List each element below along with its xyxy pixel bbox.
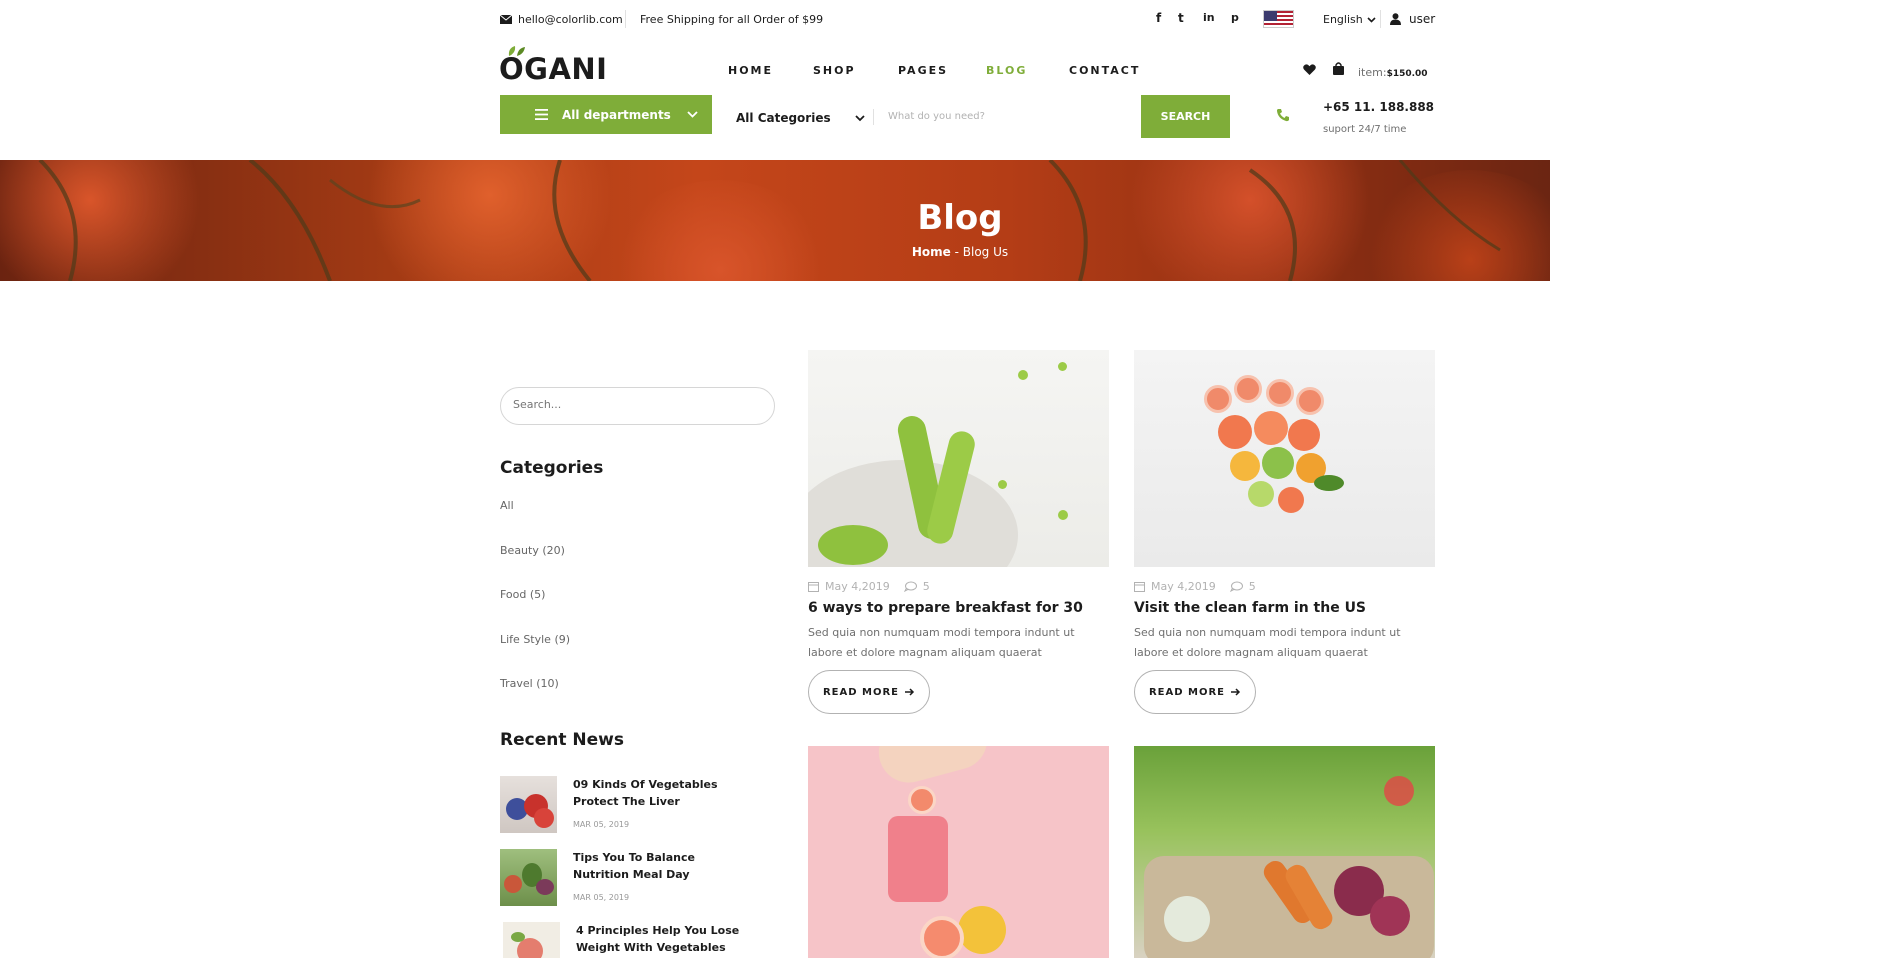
top-bar: hello@colorlib.com Free Shipping for all… xyxy=(0,0,1898,40)
news-thumbnail xyxy=(500,776,557,833)
comment-count: 5 xyxy=(922,580,930,593)
departments-label: All departments xyxy=(562,107,671,122)
recent-news-item[interactable]: Tips You To Balance Nutrition Meal Day M… xyxy=(500,849,760,911)
nav-shop[interactable]: SHOP xyxy=(813,64,856,77)
post-image[interactable] xyxy=(808,746,1109,958)
category-all[interactable]: All xyxy=(500,499,514,512)
menu-icon xyxy=(535,109,548,120)
topbar-divider xyxy=(625,10,626,28)
all-departments-button[interactable]: All departments xyxy=(500,95,712,134)
facebook-icon[interactable]: f xyxy=(1156,11,1161,25)
heart-icon[interactable] xyxy=(1303,64,1316,75)
search-form: All Categories What do you need? SEARCH xyxy=(720,95,1230,138)
read-more-button[interactable]: READ MORE xyxy=(1134,670,1256,714)
read-more-label: READ MORE xyxy=(1148,686,1226,698)
news-date: MAR 05, 2019 xyxy=(573,820,630,829)
news-title: Tips You To Balance Nutrition Meal Day xyxy=(573,851,695,881)
read-more-label: READ MORE xyxy=(822,686,900,698)
shipping-text: Free Shipping for all Order of $99 xyxy=(640,13,824,26)
email-text: hello@colorlib.com xyxy=(518,13,623,26)
breadcrumb-home[interactable]: Home xyxy=(912,245,951,259)
pinterest-icon[interactable]: p xyxy=(1231,11,1239,24)
topbar-divider-2 xyxy=(1380,10,1381,28)
category-food[interactable]: Food (5) xyxy=(500,588,545,601)
phone-icon xyxy=(1276,109,1289,122)
post-date: May 4,2019 xyxy=(1151,580,1216,593)
comment-icon xyxy=(1229,581,1243,592)
cart-label: item: xyxy=(1358,66,1387,79)
nav-contact[interactable]: CONTACT xyxy=(1069,64,1140,77)
news-title: 4 Principles Help You Lose Weight With V… xyxy=(576,924,740,954)
post-excerpt: Sed quia non numquam modi tempora indunt… xyxy=(808,626,1075,659)
chevron-down-icon xyxy=(1367,16,1376,23)
sidebar-search[interactable] xyxy=(500,387,775,425)
search-divider xyxy=(873,109,874,125)
twitter-icon[interactable]: t xyxy=(1178,11,1184,25)
blog-card: May 4,2019 5 Visit the clean farm in the… xyxy=(1134,350,1435,720)
post-meta: May 4,2019 5 xyxy=(808,580,930,593)
us-flag-icon[interactable] xyxy=(1263,10,1294,28)
category-beauty[interactable]: Beauty (20) xyxy=(500,544,565,557)
language-label: English xyxy=(1323,13,1363,26)
support-text: suport 24/7 time xyxy=(1323,124,1407,135)
chevron-down-icon xyxy=(687,111,698,118)
recent-news-item[interactable]: 4 Principles Help You Lose Weight With V… xyxy=(503,922,763,958)
category-label: All Categories xyxy=(736,111,831,125)
user-label: user xyxy=(1409,12,1436,26)
recent-news-heading: Recent News xyxy=(500,730,624,750)
news-thumbnail xyxy=(500,849,557,906)
linkedin-icon[interactable]: in xyxy=(1203,11,1215,24)
calendar-icon xyxy=(1134,582,1145,592)
nav-pages[interactable]: PAGES xyxy=(898,64,948,77)
envelope-icon xyxy=(500,15,512,24)
arrow-right-icon xyxy=(905,688,915,696)
blog-card: May 4,2019 5 6 ways to prepare breakfast… xyxy=(808,350,1109,720)
category-lifestyle[interactable]: Life Style (9) xyxy=(500,633,570,646)
arrow-right-icon xyxy=(1231,688,1241,696)
recent-news-item[interactable]: 09 Kinds Of Vegetables Protect The Liver… xyxy=(500,776,760,838)
page-title: Blog xyxy=(917,198,1003,238)
comment-icon xyxy=(903,581,917,592)
user-icon xyxy=(1390,13,1401,25)
breadcrumb-current: Blog Us xyxy=(962,245,1009,259)
nav-home[interactable]: HOME xyxy=(728,64,773,77)
post-image[interactable] xyxy=(1134,746,1435,958)
shopping-bag-icon[interactable] xyxy=(1333,62,1344,75)
user-login[interactable]: user xyxy=(1390,12,1435,26)
chevron-down-icon xyxy=(855,115,865,122)
news-date: MAR 05, 2019 xyxy=(573,893,630,902)
news-title: 09 Kinds Of Vegetables Protect The Liver xyxy=(573,778,718,808)
sidebar-search-input[interactable] xyxy=(513,398,753,411)
cart-total: item:$150.00 xyxy=(1358,66,1428,79)
post-date: May 4,2019 xyxy=(825,580,890,593)
post-excerpt: Sed quia non numquam modi tempora indunt… xyxy=(1134,626,1401,659)
email-info: hello@colorlib.com xyxy=(500,13,623,26)
category-travel[interactable]: Travel (10) xyxy=(500,677,559,690)
search-button[interactable]: SEARCH xyxy=(1141,95,1230,138)
language-select[interactable]: English xyxy=(1323,13,1376,26)
category-select[interactable]: All Categories xyxy=(736,111,865,125)
page-banner: Blog Home - Blog Us xyxy=(0,160,1550,281)
categories-heading: Categories xyxy=(500,458,604,478)
phone-number: +65 11. 188.888 xyxy=(1323,100,1435,114)
news-thumbnail xyxy=(503,922,560,958)
post-title[interactable]: Visit the clean farm in the US xyxy=(1134,600,1366,616)
post-title[interactable]: 6 ways to prepare breakfast for 30 xyxy=(808,600,1083,616)
calendar-icon xyxy=(808,582,819,592)
post-image[interactable] xyxy=(1134,350,1435,567)
logo[interactable]: OGANI xyxy=(499,52,607,86)
nav-blog[interactable]: BLOG xyxy=(986,64,1027,77)
comment-count: 5 xyxy=(1248,580,1256,593)
breadcrumb: Home - Blog Us xyxy=(911,245,1009,259)
post-image[interactable] xyxy=(808,350,1109,567)
post-meta: May 4,2019 5 xyxy=(1134,580,1256,593)
search-input[interactable]: What do you need? xyxy=(888,111,985,122)
read-more-button[interactable]: READ MORE xyxy=(808,670,930,714)
cart-amount: $150.00 xyxy=(1386,69,1428,79)
